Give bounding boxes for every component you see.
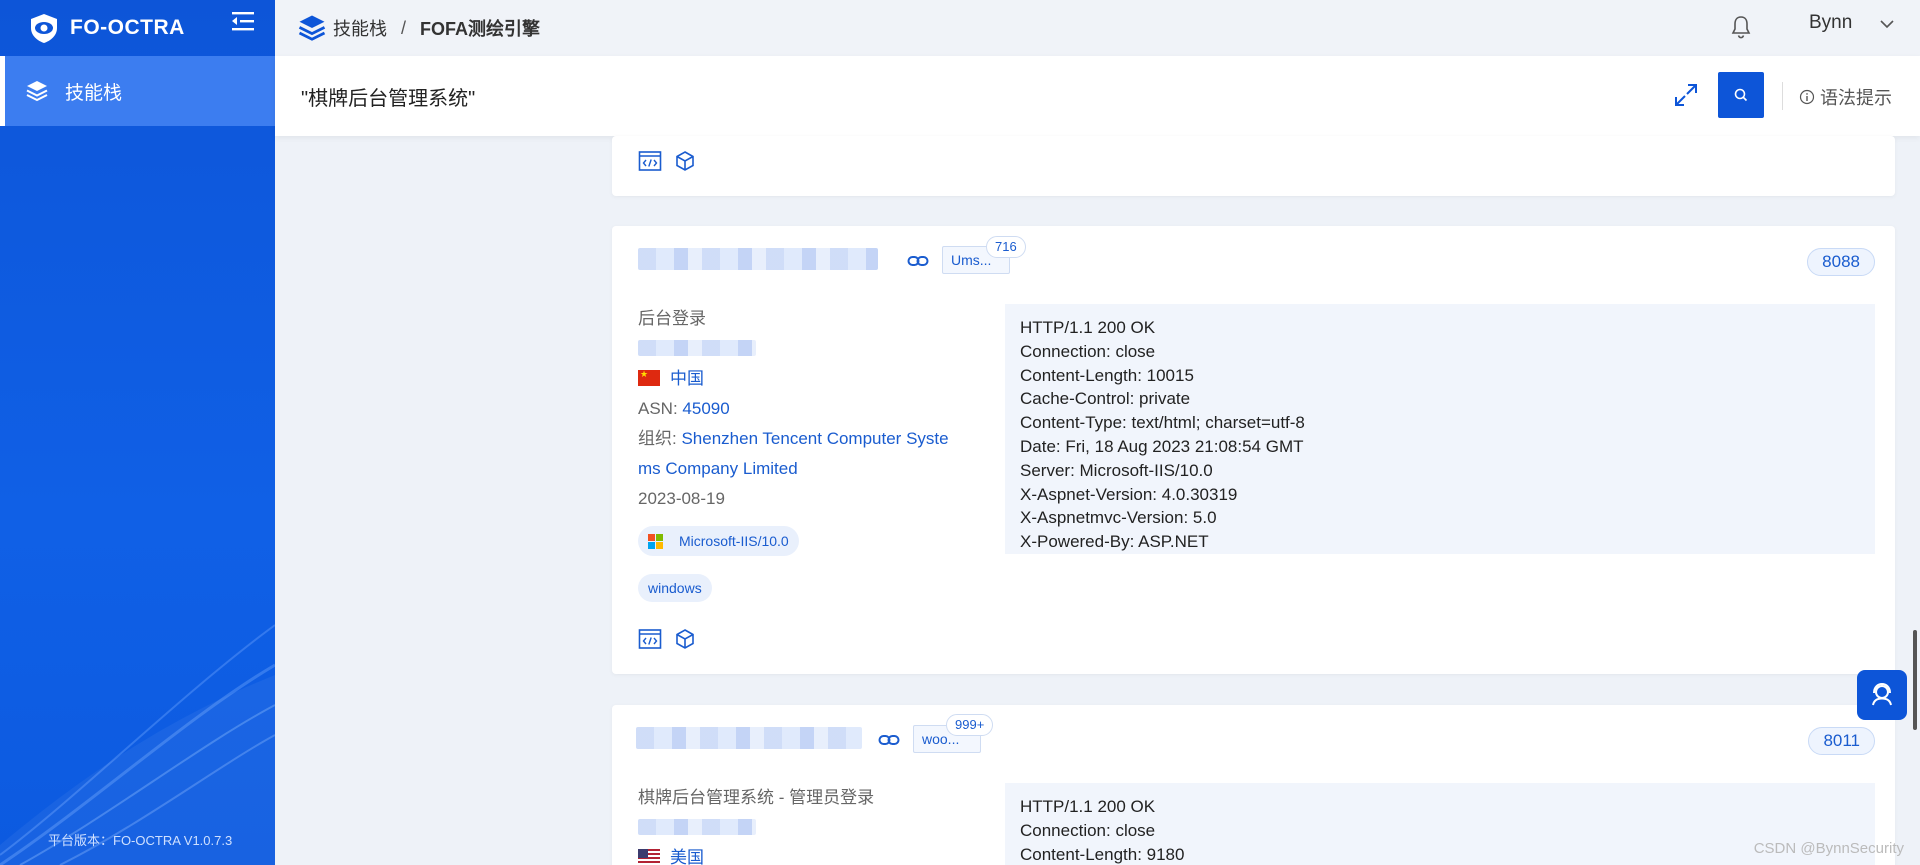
asn-link[interactable]: 45090 bbox=[682, 399, 729, 418]
server-tag-label: Microsoft-IIS/10.0 bbox=[679, 533, 789, 549]
result-title: 后台登录 bbox=[638, 309, 706, 328]
search-button[interactable] bbox=[1718, 72, 1764, 118]
result-card: Ums... 716 8088 后台登录 中国 ASN: 45090 组织: S… bbox=[612, 226, 1895, 674]
brand-name: FO-OCTRA bbox=[70, 16, 185, 39]
bell-icon[interactable] bbox=[1729, 14, 1753, 40]
country-row: 中国 bbox=[638, 364, 949, 394]
header-line: X-Aspnetmvc-Version: 5.0 bbox=[1020, 508, 1217, 528]
result-info: 后台登录 中国 ASN: 45090 组织: Shenzhen Tencent … bbox=[638, 304, 949, 514]
sidebar-item-skills[interactable]: 技能栈 bbox=[0, 56, 275, 126]
code-icon[interactable] bbox=[638, 628, 662, 650]
header-line: Connection: close bbox=[1020, 820, 1156, 840]
cube-icon[interactable] bbox=[674, 150, 696, 172]
redacted-host[interactable] bbox=[638, 248, 878, 270]
layers-icon bbox=[26, 81, 48, 102]
cube-icon[interactable] bbox=[674, 628, 696, 650]
china-flag-icon bbox=[638, 369, 660, 386]
org-row: 组织: Shenzhen Tencent Computer Syste bbox=[638, 424, 949, 454]
top-header: 技能栈 / FOFA测绘引擎 Bynn bbox=[275, 0, 1920, 56]
info-icon bbox=[1799, 89, 1815, 105]
result-date: 2023-08-19 bbox=[638, 489, 725, 508]
search-bar: "棋牌后台管理系统" 语法提示 bbox=[275, 56, 1920, 136]
sidebar-item-label: 技能栈 bbox=[65, 82, 123, 104]
assistant-button[interactable] bbox=[1857, 670, 1907, 720]
result-card: woo... 999+ 8011 棋牌后台管理系统 - 管理员登录 美国 HTT… bbox=[612, 705, 1895, 865]
link-icon[interactable] bbox=[878, 733, 900, 747]
sidebar-wave-decoration bbox=[0, 624, 275, 865]
breadcrumb-separator: / bbox=[401, 17, 407, 38]
http-headers: HTTP/1.1 200 OK Connection: close Conten… bbox=[1005, 304, 1875, 554]
header-line: Date: Fri, 18 Aug 2023 21:08:54 GMT bbox=[1020, 436, 1304, 456]
sidebar: FO-OCTRA 技能栈 平台版本：FO-OCTRA V1.0.7.3 bbox=[0, 0, 275, 865]
asn-label: ASN: bbox=[638, 399, 683, 418]
menu-collapse-icon[interactable] bbox=[228, 9, 256, 33]
header-line: Content-Length: 9180 bbox=[1020, 844, 1185, 864]
header-line: Content-Type: text/html; charset=utf-8 bbox=[1020, 413, 1305, 433]
port-badge[interactable]: 8088 bbox=[1807, 248, 1875, 276]
syntax-hint-button[interactable]: 语法提示 bbox=[1799, 84, 1892, 110]
logo-bar: FO-OCTRA bbox=[0, 0, 275, 56]
syntax-hint-label: 语法提示 bbox=[1820, 88, 1892, 108]
expand-icon[interactable] bbox=[1673, 82, 1699, 108]
chevron-down-icon[interactable] bbox=[1879, 16, 1895, 32]
support-agent-icon bbox=[1872, 682, 1892, 706]
server-tag[interactable]: Microsoft-IIS/10.0 bbox=[638, 526, 799, 556]
header-line: Cache-Control: private bbox=[1020, 389, 1191, 409]
search-input[interactable]: "棋牌后台管理系统" bbox=[301, 82, 475, 111]
result-title: 棋牌后台管理系统 - 管理员登录 bbox=[638, 788, 875, 807]
platform-version: 平台版本：FO-OCTRA V1.0.7.3 bbox=[48, 833, 233, 848]
country-link[interactable]: 美国 bbox=[670, 848, 704, 865]
header-line: Server: Microsoft-IIS/10.0 bbox=[1020, 460, 1213, 480]
count-badge: 716 bbox=[986, 236, 1026, 258]
breadcrumb-current: FOFA测绘引擎 bbox=[420, 19, 541, 39]
redacted-host[interactable] bbox=[636, 727, 862, 749]
result-card bbox=[612, 136, 1895, 196]
os-tag[interactable]: windows bbox=[638, 574, 712, 602]
breadcrumb: 技能栈 / FOFA测绘引擎 bbox=[297, 13, 540, 43]
country-row: 美国 bbox=[638, 843, 874, 865]
user-name[interactable]: Bynn bbox=[1809, 12, 1852, 34]
header-line: X-Powered-By: ASP.NET bbox=[1020, 532, 1209, 552]
http-headers: HTTP/1.1 200 OK Connection: close Conten… bbox=[1005, 783, 1875, 865]
org-link-cont[interactable]: ms Company Limited bbox=[638, 454, 949, 484]
microsoft-icon bbox=[648, 533, 663, 549]
org-label: 组织: bbox=[638, 429, 682, 448]
os-tag-label: windows bbox=[648, 580, 702, 596]
result-info: 棋牌后台管理系统 - 管理员登录 美国 bbox=[638, 783, 874, 865]
scrollbar[interactable] bbox=[1913, 630, 1917, 730]
layers-icon bbox=[298, 15, 326, 41]
usa-flag-icon bbox=[638, 849, 660, 865]
redacted-ip bbox=[638, 813, 874, 843]
code-icon[interactable] bbox=[638, 150, 662, 172]
country-link[interactable]: 中国 bbox=[670, 369, 704, 388]
redacted-ip bbox=[638, 334, 949, 364]
search-icon bbox=[1734, 88, 1748, 102]
header-line: Connection: close bbox=[1020, 341, 1156, 361]
divider bbox=[1782, 82, 1783, 110]
logo-icon bbox=[31, 14, 57, 43]
breadcrumb-root[interactable]: 技能栈 bbox=[333, 15, 387, 41]
watermark: CSDN @BynnSecurity bbox=[1753, 840, 1904, 857]
asn-row: ASN: 45090 bbox=[638, 394, 949, 424]
card-tools bbox=[638, 150, 708, 172]
header-line: X-Aspnet-Version: 4.0.30319 bbox=[1020, 484, 1238, 504]
header-line: HTTP/1.1 200 OK bbox=[1020, 797, 1156, 816]
header-line: Content-Length: 10015 bbox=[1020, 365, 1194, 385]
count-badge: 999+ bbox=[946, 714, 994, 736]
card-tools bbox=[638, 628, 708, 650]
org-link[interactable]: Shenzhen Tencent Computer Syste bbox=[681, 429, 948, 448]
port-badge[interactable]: 8011 bbox=[1808, 727, 1875, 755]
link-icon[interactable] bbox=[907, 254, 929, 268]
header-line: HTTP/1.1 200 OK bbox=[1020, 318, 1156, 337]
